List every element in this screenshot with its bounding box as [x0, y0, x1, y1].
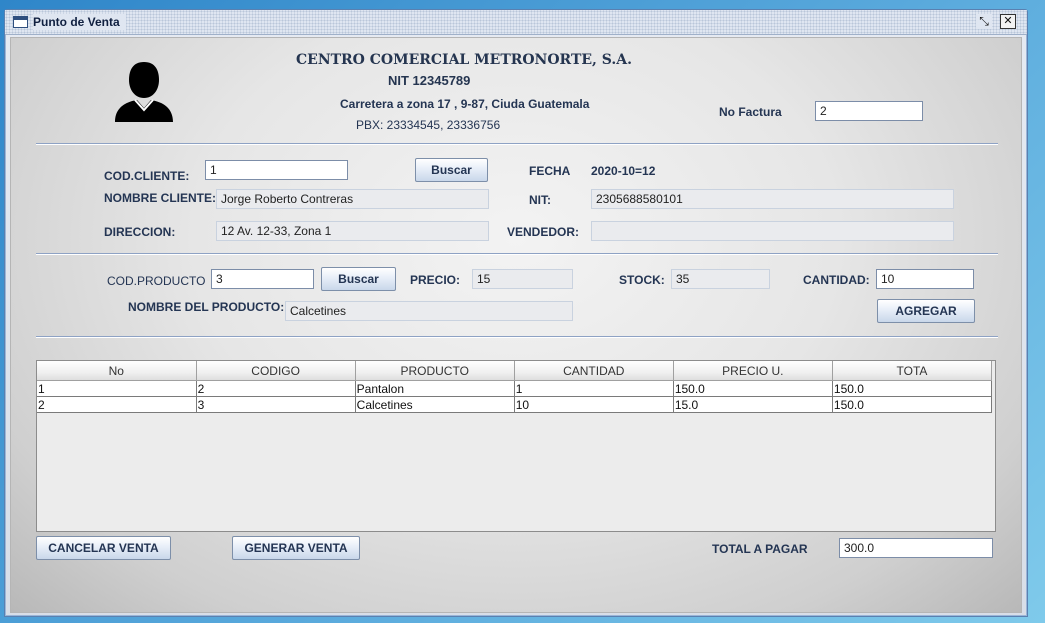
product-code-label: COD.PRODUCTO [107, 274, 206, 288]
product-code-field[interactable]: 3 [211, 269, 314, 289]
items-table: No CODIGO PRODUCTO CANTIDAD PRECIO U. TO… [37, 361, 993, 413]
quantity-field[interactable]: 10 [876, 269, 974, 289]
product-search-button[interactable]: Buscar [321, 267, 396, 291]
cancel-sale-button[interactable]: CANCELAR VENTA [36, 536, 171, 560]
column-header[interactable]: PRECIO U. [673, 361, 833, 381]
seller-field[interactable] [591, 221, 954, 241]
close-icon[interactable]: ✕ [1000, 14, 1016, 29]
quantity-label: CANTIDAD: [803, 273, 870, 287]
separator [36, 143, 998, 145]
table-cell[interactable]: 150.0 [673, 380, 833, 397]
column-header[interactable]: CODIGO [196, 361, 356, 381]
table-header-row: No CODIGO PRODUCTO CANTIDAD PRECIO U. TO… [37, 361, 993, 381]
invoice-number-field[interactable]: 2 [815, 101, 923, 121]
address-field[interactable]: 12 Av. 12-33, Zona 1 [216, 221, 489, 241]
total-field[interactable]: 300.0 [839, 538, 993, 558]
column-header[interactable]: CANTIDAD [514, 361, 674, 381]
nit-label: NIT: [529, 193, 551, 207]
table-cell[interactable]: 150.0 [832, 396, 993, 413]
total-label: TOTAL A PAGAR [712, 542, 808, 556]
product-name-label: NOMBRE DEL PRODUCTO: [128, 300, 285, 314]
user-avatar-icon [115, 62, 173, 122]
company-name: CENTRO COMERCIAL METRONORTE, S.A. [296, 52, 632, 68]
stock-label: STOCK: [619, 273, 665, 287]
table-row[interactable]: 2 3 Calcetines 10 15.0 150.0 [37, 396, 993, 413]
main-panel: CENTRO COMERCIAL METRONORTE, S.A. NIT 12… [10, 37, 1022, 613]
app-window: Punto de Venta ⤡ ✕ CENTRO COMERCIAL METR… [4, 9, 1028, 617]
table-cell[interactable]: Calcetines [355, 396, 515, 413]
date-label: FECHA [529, 164, 571, 178]
table-row[interactable]: 1 2 Pantalon 1 150.0 150.0 [37, 380, 993, 397]
table-cell[interactable]: 15.0 [673, 396, 833, 413]
table-cell[interactable]: 2 [37, 396, 197, 413]
address-label: DIRECCION: [104, 225, 176, 239]
column-header[interactable]: No [37, 361, 197, 381]
restore-icon[interactable]: ⤡ [976, 14, 992, 29]
title-bar[interactable]: Punto de Venta ⤡ ✕ [5, 10, 1027, 35]
nit-field[interactable]: 2305688580101 [591, 189, 954, 209]
price-label: PRECIO: [410, 273, 461, 287]
column-header[interactable]: PRODUCTO [355, 361, 515, 381]
stock-field[interactable]: 35 [671, 269, 770, 289]
seller-label: VENDEDOR: [507, 225, 580, 239]
items-table-container[interactable]: No CODIGO PRODUCTO CANTIDAD PRECIO U. TO… [36, 360, 996, 532]
client-code-label: COD.CLIENTE: [104, 169, 190, 183]
client-name-label: NOMBRE CLIENTE: [104, 191, 216, 205]
separator [36, 253, 998, 255]
column-header[interactable]: TOTA [832, 361, 993, 381]
client-name-field[interactable]: Jorge Roberto Contreras [216, 189, 489, 209]
client-code-field[interactable]: 1 [205, 160, 348, 180]
invoice-label: No Factura [719, 105, 782, 119]
generate-sale-button[interactable]: GENERAR VENTA [232, 536, 360, 560]
table-cell[interactable]: 1 [514, 380, 674, 397]
add-button[interactable]: AGREGAR [877, 299, 975, 323]
table-cell[interactable]: Pantalon [355, 380, 515, 397]
window-icon [13, 16, 28, 28]
date-value: 2020-10=12 [591, 164, 656, 178]
client-search-button[interactable]: Buscar [415, 158, 488, 182]
company-nit: NIT 12345789 [388, 73, 471, 88]
product-name-field[interactable]: Calcetines [285, 301, 573, 321]
company-phone: PBX: 23334545, 23336756 [356, 118, 501, 132]
table-cell[interactable]: 1 [37, 380, 197, 397]
table-cell[interactable]: 3 [196, 396, 356, 413]
table-cell[interactable]: 150.0 [832, 380, 993, 397]
window-title: Punto de Venta [33, 14, 126, 30]
company-address: Carretera a zona 17 , 9-87, Ciuda Guatem… [340, 97, 590, 111]
table-cell[interactable]: 2 [196, 380, 356, 397]
table-cell[interactable]: 10 [514, 396, 674, 413]
separator [36, 336, 998, 338]
price-field[interactable]: 15 [472, 269, 573, 289]
